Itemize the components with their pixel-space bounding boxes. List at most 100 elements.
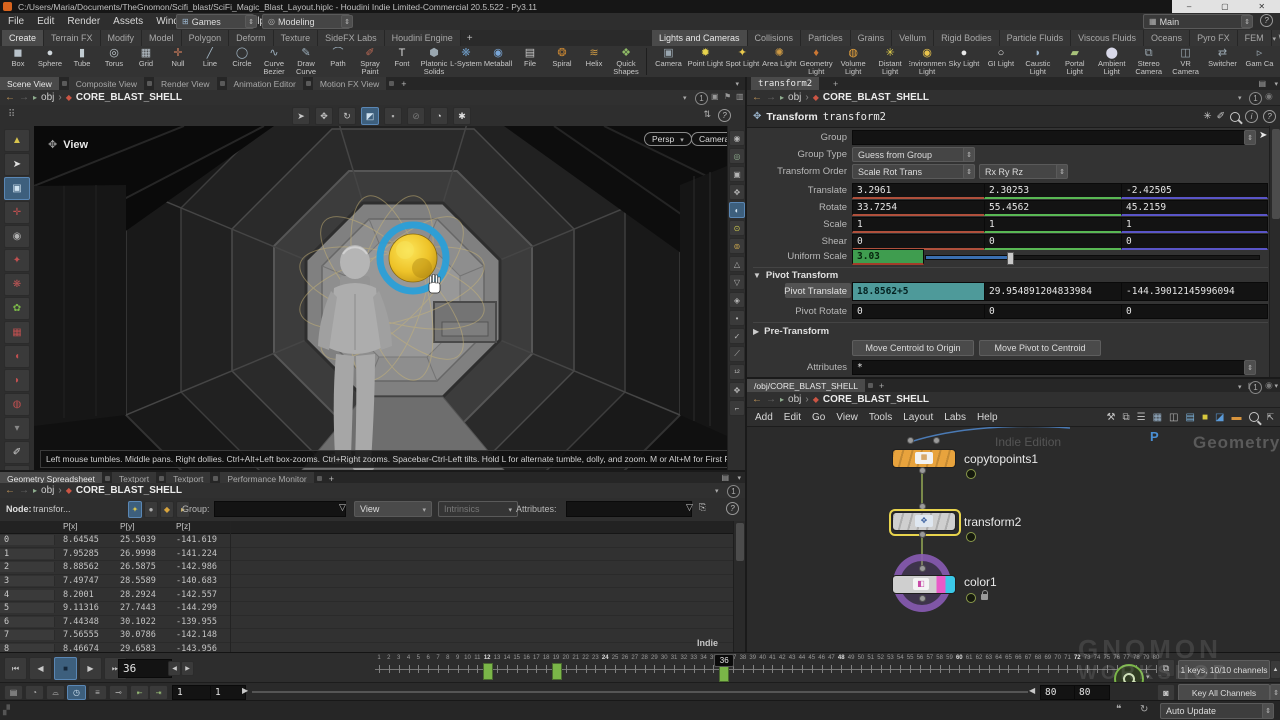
gs-link-badge[interactable]: 1 [727, 485, 740, 498]
display-options-group-icon[interactable]: ▲ [4, 129, 30, 152]
tool-area-light[interactable]: ✺Area Light [761, 47, 798, 77]
move-centroid-button[interactable]: Move Centroid to Origin [852, 340, 974, 356]
tool-path[interactable]: ⌒Path [322, 47, 354, 77]
tool-point-light[interactable]: ✹Point Light [687, 47, 724, 77]
scale-y-field[interactable]: 1 [984, 217, 1127, 233]
range-start-field[interactable]: 1 [210, 685, 246, 700]
gs-attr-extra-icon[interactable]: ⎘ [699, 502, 706, 513]
modeling-spinner[interactable] [341, 15, 353, 28]
crumb-dropdown-chevron[interactable] [680, 92, 687, 103]
tool-curve-bezier[interactable]: ∿Curve Bezier [258, 47, 290, 77]
shelf-tab-5[interactable]: Deform [229, 30, 274, 46]
node-input-dot[interactable] [933, 437, 940, 444]
playbar-marker-icon[interactable]: ⊸ [109, 685, 128, 700]
scene-tab-1[interactable]: Composite View [69, 77, 145, 90]
key-all-channels-button[interactable]: Key All Channels [1178, 684, 1270, 701]
split-layout-icon[interactable]: ◫ [1169, 412, 1178, 423]
uniform-scale-field[interactable]: 3.03 [852, 249, 924, 265]
link-badge[interactable]: 1 [695, 92, 708, 105]
tool-l-system[interactable]: ❋L-System [450, 47, 482, 77]
gs-help-icon[interactable]: ? [726, 502, 739, 515]
net-menu-view[interactable]: View [836, 412, 858, 423]
minimize-button[interactable]: – [1187, 2, 1191, 11]
node-name-field[interactable]: transform2 [823, 111, 886, 123]
tool-sky-light[interactable]: ●Sky Light [946, 47, 983, 77]
char-display-icon[interactable]: ¹² [729, 364, 745, 380]
scene-tab-4[interactable]: Motion FX View [313, 77, 387, 90]
help-circle-icon[interactable]: ? [1260, 14, 1273, 27]
net-menu-labs[interactable]: Labs [944, 412, 966, 423]
select-arrow-icon[interactable]: ➤ [4, 153, 30, 176]
params-scrollbar[interactable] [1269, 126, 1280, 377]
close-button[interactable]: ✕ [1258, 2, 1265, 11]
menu-file[interactable]: File [8, 16, 24, 27]
table-row[interactable]: 48.200128.2924-142.557 [0, 588, 733, 602]
keys-channels-button[interactable]: 1 keys, 10/10 channels [1178, 660, 1270, 679]
scene-pane-menu-chevron[interactable] [732, 78, 739, 89]
tool-metaball[interactable]: ◉Metaball [482, 47, 514, 77]
table-row[interactable]: 88.4667429.6583-143.956 [0, 643, 733, 652]
games-desktop-select[interactable]: ⊞ Games [176, 14, 254, 29]
vertices-mode-icon[interactable]: ● [144, 501, 158, 518]
gs-crumb-node[interactable]: CORE_BLAST_SHELL [76, 485, 182, 496]
shear-z-field[interactable]: 0 [1121, 234, 1268, 250]
scene-tab-0[interactable]: Scene View [0, 77, 60, 90]
normals-icon[interactable]: △ [729, 256, 745, 272]
params-pane-split-icon[interactable]: ▤ [1258, 79, 1266, 88]
pivot-rotate-y[interactable]: 0 [984, 304, 1127, 319]
gs-tab-close-dot[interactable] [213, 476, 218, 481]
shelf-tab-add[interactable]: + [461, 33, 479, 44]
tool-geometry-light[interactable]: ♦Geometry Light [798, 47, 835, 77]
gear-icon[interactable]: ✱ [453, 107, 471, 125]
shelf-overflow-chevron[interactable] [1269, 33, 1276, 44]
tool-volume-light[interactable]: ◍Volume Light [835, 47, 872, 77]
keyframe-marker[interactable] [483, 663, 493, 680]
shelf-tab-6[interactable]: Texture [274, 30, 319, 46]
network-canvas[interactable]: Indie Edition P Geometry ▦ copytopoints1… [747, 427, 1280, 654]
table-row[interactable]: 37.4974728.5589-140.683 [0, 575, 733, 589]
pivot-translate-x[interactable]: 18.8562+5 [852, 282, 990, 301]
shelf-tab-2[interactable]: Modify [101, 30, 143, 46]
snap-prim-magnet-icon[interactable]: ◖ [4, 345, 30, 368]
wrench-icon[interactable]: ⚒ [1107, 412, 1116, 423]
gear-star-icon[interactable]: ✳ [1203, 111, 1211, 122]
playhead-marker[interactable] [719, 666, 729, 682]
sticky-note-icon[interactable]: ■ [1202, 412, 1208, 423]
gs-tab-close-dot[interactable] [317, 476, 322, 481]
spreadsheet-pane-menu-chevron[interactable] [734, 472, 741, 483]
p-cook-icon[interactable]: ◉ [1265, 91, 1273, 102]
brush-icon[interactable]: ✐ [1217, 111, 1225, 122]
n-link-badge[interactable]: 1 [1249, 381, 1262, 394]
network-pane-tab[interactable]: /obj/CORE_BLAST_SHELL [747, 379, 866, 392]
tool-draw-curve[interactable]: ✎Draw Curve [290, 47, 322, 77]
shelf-tab-8[interactable]: Houdini Engine [385, 30, 461, 46]
tool-switcher[interactable]: ⇄Switcher [1204, 47, 1241, 77]
update-mode-spinner[interactable] [1262, 703, 1274, 719]
shelf-tab-r-3[interactable]: Grains [851, 30, 893, 46]
pre-transform-header[interactable]: ▶ Pre-Transform [753, 322, 1268, 337]
gs-intrinsics-select[interactable]: Intrinsics [438, 501, 518, 517]
spreadsheet-table[interactable]: P[x]P[y]P[z] 08.6454525.5039-141.61917.9… [0, 521, 733, 652]
gs-tab-close-dot[interactable] [159, 476, 164, 481]
table-row[interactable]: 77.5655530.0786-142.148 [0, 629, 733, 643]
primitives-mode-icon[interactable]: ◆ [160, 501, 174, 518]
refresh-icon[interactable]: ↻ [1140, 704, 1148, 715]
n-crumb-root[interactable]: obj [788, 394, 801, 405]
toolbar-grip-icon[interactable]: ⠿ [8, 109, 16, 120]
attributes-input[interactable]: * [852, 360, 1252, 375]
scale-z-field[interactable]: 1 [1121, 217, 1268, 233]
pivot-rotate-z[interactable]: 0 [1121, 304, 1268, 319]
highlighted-display-icon[interactable]: ◐ [729, 202, 745, 218]
column-header[interactable]: P[y] [112, 521, 168, 533]
small-marker-icon[interactable]: ▪ [384, 107, 402, 125]
n-crumb-chevron[interactable] [1235, 381, 1242, 392]
back-arrow-icon[interactable]: ← [5, 92, 15, 103]
pin-pane-icon[interactable]: ⚑ [724, 92, 731, 101]
games-spinner[interactable] [245, 15, 257, 28]
translate-z-field[interactable]: -2.42505 [1121, 183, 1268, 199]
node-label[interactable]: copytopoints1 [964, 452, 1038, 466]
tool-line[interactable]: ╱Line [194, 47, 226, 77]
maximize-button[interactable]: ▢ [1221, 2, 1229, 11]
rotate-x-field[interactable]: 33.7254 [852, 200, 990, 216]
shelf-tab-r-2[interactable]: Particles [801, 30, 851, 46]
